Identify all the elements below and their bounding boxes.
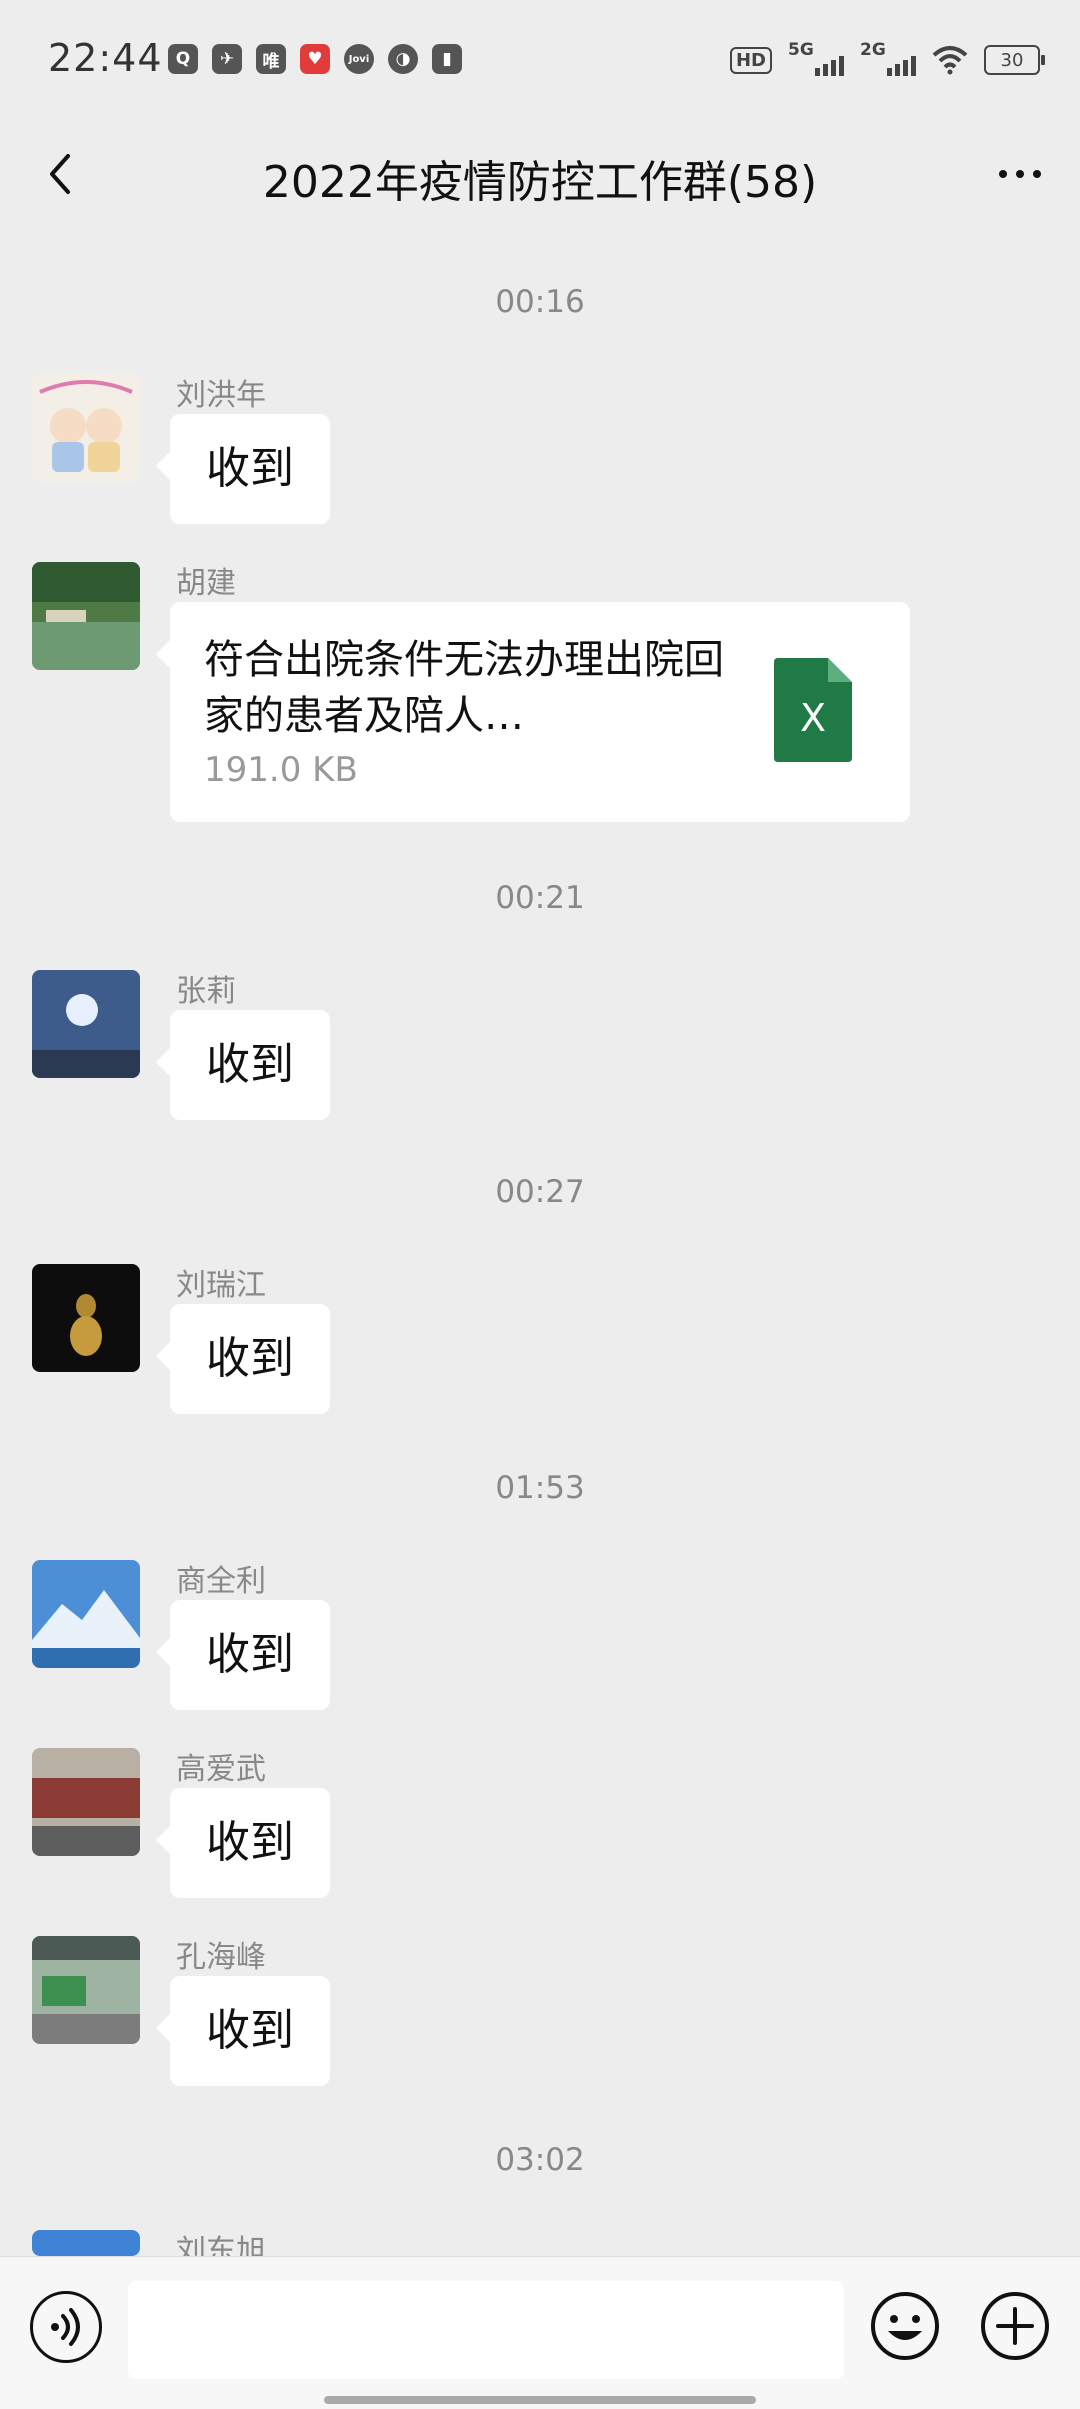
message-bubble[interactable]: 收到 bbox=[156, 1788, 330, 1898]
speed-notification-icon: ◑ bbox=[388, 44, 418, 74]
message-bubble[interactable]: 收到 bbox=[156, 1976, 330, 2086]
emoji-icon[interactable] bbox=[870, 2291, 940, 2361]
time-separator: 03:02 bbox=[495, 2142, 585, 2178]
file-size: 191.0 KB bbox=[204, 750, 358, 790]
avatar[interactable] bbox=[32, 1748, 140, 1856]
telegram-notification-icon: ✈ bbox=[212, 44, 242, 74]
status-time: 22:44 bbox=[48, 36, 163, 80]
file-message-bubble[interactable]: 符合出院条件无法办理出院回家的患者及陪人… 191.0 KB X bbox=[156, 602, 910, 822]
heart-notification-icon: ♥ bbox=[300, 44, 330, 74]
sender-name: 胡建 bbox=[176, 566, 236, 601]
notification-icons: Q ✈ 唯 ♥ Jovi ◑ ▮ bbox=[168, 44, 462, 74]
avatar[interactable] bbox=[32, 562, 140, 670]
home-indicator[interactable] bbox=[324, 2396, 756, 2404]
status-bar: 22:44 Q ✈ 唯 ♥ Jovi ◑ ▮ HD 5G 2G 30 bbox=[0, 0, 1080, 120]
excel-file-label: X bbox=[799, 696, 827, 740]
message-bubble[interactable]: 收到 bbox=[156, 1304, 330, 1414]
signal-5g-icon: 5G bbox=[788, 40, 844, 78]
jovi-notification-icon: Jovi bbox=[344, 44, 374, 74]
sender-name: 孔海峰 bbox=[176, 1940, 266, 1975]
message-input[interactable] bbox=[128, 2281, 844, 2379]
signal-2g-icon: 2G bbox=[860, 40, 916, 78]
hd-icon: HD bbox=[729, 46, 772, 74]
avatar[interactable] bbox=[32, 1560, 140, 1668]
wifi-icon bbox=[932, 46, 968, 75]
time-separator: 00:21 bbox=[495, 880, 585, 916]
avatar[interactable] bbox=[32, 374, 140, 482]
input-bar bbox=[0, 2256, 1080, 2409]
book-notification-icon: ▮ bbox=[432, 44, 462, 74]
message-item: 刘东旭 bbox=[0, 2230, 1080, 2256]
time-separator: 00:27 bbox=[495, 1174, 585, 1210]
avatar[interactable] bbox=[32, 970, 140, 1078]
more-options-icon[interactable] bbox=[990, 154, 1050, 194]
avatar[interactable] bbox=[32, 2230, 140, 2256]
sender-name: 高爱武 bbox=[176, 1752, 266, 1787]
message-bubble[interactable]: 收到 bbox=[156, 1010, 330, 1120]
sender-name: 张莉 bbox=[176, 974, 236, 1009]
time-separator: 01:53 bbox=[495, 1470, 585, 1506]
chat-header: 2022年疫情防控工作群(58) bbox=[0, 120, 1080, 230]
plus-icon[interactable] bbox=[980, 2291, 1050, 2361]
qq-notification-icon: Q bbox=[168, 44, 198, 74]
sender-name: 刘东旭 bbox=[176, 2234, 266, 2256]
sender-name: 刘瑞江 bbox=[176, 1268, 266, 1303]
message-bubble[interactable]: 收到 bbox=[156, 1600, 330, 1710]
message-bubble[interactable]: 收到 bbox=[156, 414, 330, 524]
time-separator: 00:16 bbox=[495, 284, 585, 320]
avatar[interactable] bbox=[32, 1936, 140, 2044]
battery-icon: 30 bbox=[984, 45, 1045, 75]
file-name: 符合出院条件无法办理出院回家的患者及陪人… bbox=[204, 637, 724, 739]
sender-name: 刘洪年 bbox=[176, 378, 266, 413]
vip-notification-icon: 唯 bbox=[256, 44, 286, 74]
sender-name: 商全利 bbox=[176, 1564, 266, 1599]
avatar[interactable] bbox=[32, 1264, 140, 1372]
group-chat-title: 2022年疫情防控工作群(58) bbox=[262, 157, 818, 208]
voice-icon[interactable] bbox=[30, 2291, 102, 2363]
